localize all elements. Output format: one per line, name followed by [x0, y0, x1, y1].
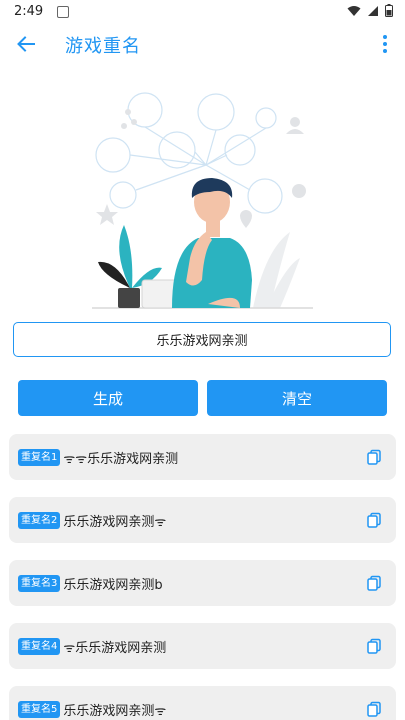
page-title: 游戏重名 [65, 36, 141, 57]
row-name-text: 乐乐游戏网亲测ᯤ [63, 703, 167, 719]
row-index-badge: 重复名5 [18, 700, 61, 718]
row-name-text: ᯤᯤ乐乐游戏网亲测 [63, 451, 179, 467]
thinking-person-illustration [92, 92, 313, 309]
notification-icon [57, 6, 69, 18]
signal-icon [368, 5, 378, 16]
list-item[interactable]: 重复名5 乐乐游戏网亲测ᯤ [9, 686, 396, 720]
status-time: 2:49 [14, 4, 44, 19]
row-index-badge: 重复名3 [18, 574, 61, 592]
name-input[interactable] [13, 322, 391, 357]
status-icons [347, 4, 393, 17]
row-name-text: 乐乐游戏网亲测b [63, 577, 163, 593]
more-options-button[interactable] [377, 30, 393, 58]
copy-icon[interactable] [366, 449, 382, 465]
row-index-badge: 重复名2 [18, 511, 61, 529]
more-vert-icon [383, 35, 387, 39]
battery-icon [385, 4, 393, 17]
list-item[interactable]: 重复名1 ᯤᯤ乐乐游戏网亲测 [9, 434, 396, 480]
copy-icon[interactable] [366, 638, 382, 654]
copy-icon[interactable] [366, 701, 382, 717]
app-bar: 游戏重名 [0, 24, 405, 64]
row-name-text: 乐乐游戏网亲测ᯤ [63, 514, 167, 530]
list-item[interactable]: 重复名2 乐乐游戏网亲测ᯤ [9, 497, 396, 543]
wifi-icon [347, 5, 361, 16]
list-item[interactable]: 重复名3 乐乐游戏网亲测b [9, 560, 396, 606]
row-index-badge: 重复名1 [18, 448, 61, 466]
copy-icon[interactable] [366, 575, 382, 591]
list-item[interactable]: 重复名4 ᯤ乐乐游戏网亲测 [9, 623, 396, 669]
row-index-badge: 重复名4 [18, 637, 61, 655]
row-name-text: ᯤ乐乐游戏网亲测 [63, 640, 167, 656]
clear-button[interactable]: 清空 [207, 380, 387, 416]
back-button[interactable] [12, 30, 40, 58]
back-arrow-icon [17, 36, 35, 52]
copy-icon[interactable] [366, 512, 382, 528]
generate-button[interactable]: 生成 [18, 380, 198, 416]
status-bar: 2:49 [0, 0, 405, 24]
